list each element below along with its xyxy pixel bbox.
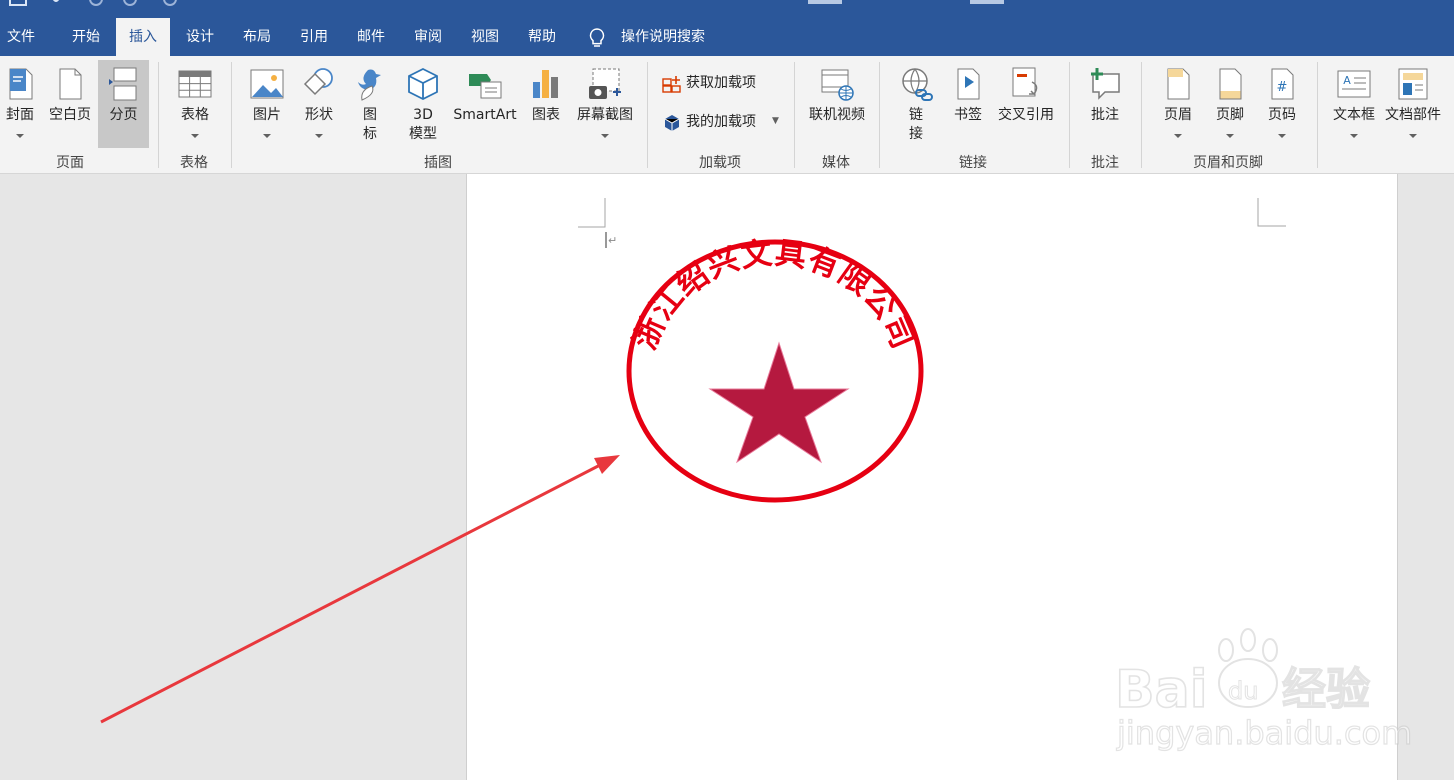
quick-access-icons (9, 0, 1004, 6)
smartart-button[interactable]: SmartArt (450, 60, 520, 152)
tab-layout[interactable]: 布局 (229, 18, 285, 56)
blank-page-icon (59, 68, 82, 100)
header-icon (1167, 68, 1190, 100)
icons-button[interactable]: 图 标 (348, 60, 392, 152)
pictures-label: 图片 (253, 107, 281, 123)
quick-parts-label: 文档部件 (1385, 107, 1441, 123)
online-video-button[interactable]: 联机视频 (804, 60, 870, 152)
addins-group-label: 加载项 (699, 155, 741, 171)
my-addins-icon (664, 115, 680, 131)
globe-link-icon (902, 68, 933, 101)
page-break-label: 分页 (109, 107, 138, 123)
header-label: 页眉 (1164, 107, 1192, 123)
pages-group-label: 页面 (56, 155, 84, 171)
table-button[interactable]: 表格 (168, 60, 222, 152)
text-box-label: 文本框 (1333, 107, 1375, 123)
online-video-label: 联机视频 (809, 107, 865, 123)
screenshot-label: 屏幕截图 (577, 107, 633, 123)
icons-label-line1: 图 (363, 107, 377, 123)
tables-group-label: 表格 (180, 155, 208, 171)
shapes-icon (303, 68, 333, 96)
bookmark-icon (957, 68, 980, 100)
my-addins-dropdown-icon[interactable]: ▼ (772, 108, 779, 134)
lightbulb-icon (589, 28, 605, 47)
screenshot-icon (589, 68, 621, 99)
chart-button[interactable]: 图表 (524, 60, 568, 152)
blank-page-label: 空白页 (49, 107, 91, 123)
footer-label: 页脚 (1216, 107, 1244, 123)
tab-home[interactable]: 开始 (58, 18, 114, 56)
cube-icon (408, 67, 438, 101)
shapes-label: 形状 (305, 107, 333, 123)
tab-review[interactable]: 审阅 (400, 18, 456, 56)
quick-parts-icon (1398, 68, 1428, 100)
tell-me-label: 操作说明搜索 (621, 29, 705, 45)
bookmark-label: 书签 (954, 107, 982, 123)
comment-button[interactable]: 批注 (1082, 60, 1128, 152)
ribbon-tabs: 文件 开始 插入 设计 布局 引用 邮件 审阅 视图 帮助 操作说明搜索 (0, 18, 1454, 56)
pictures-button[interactable]: 图片 (242, 60, 292, 152)
text-box-icon: A (1337, 70, 1371, 98)
page-number-icon: # (1271, 68, 1294, 100)
my-addins-label: 我的加载项 (686, 114, 756, 130)
picture-icon (250, 69, 284, 99)
3d-models-label-line2: 模型 (409, 126, 437, 142)
cover-page-icon (9, 68, 33, 100)
tab-help[interactable]: 帮助 (514, 18, 570, 56)
cross-reference-icon (1012, 67, 1038, 97)
icons-icon (358, 69, 381, 101)
chart-label: 图表 (532, 107, 560, 123)
3d-models-button[interactable]: 3D 模型 (400, 60, 446, 152)
smartart-label: SmartArt (453, 107, 517, 123)
cross-reference-button[interactable]: 交叉引用 (994, 60, 1058, 152)
shapes-button[interactable]: 形状 (294, 60, 344, 152)
tab-mailings[interactable]: 邮件 (343, 18, 399, 56)
link-button[interactable]: 链 接 (894, 60, 938, 152)
document-page[interactable] (466, 174, 1398, 780)
ribbon-insert: 封面 空白页 分页 页面 表格 表格 图片 形状 图 标 3D 模型 Smart… (0, 56, 1454, 174)
document-area (0, 174, 1454, 780)
get-addins-label: 获取加载项 (686, 75, 756, 91)
smartart-icon (469, 74, 502, 99)
store-icon (662, 76, 681, 93)
title-bar (0, 0, 1454, 18)
footer-icon (1219, 68, 1242, 100)
tab-design[interactable]: 设计 (172, 18, 228, 56)
table-label: 表格 (181, 107, 209, 123)
tab-file[interactable]: 文件 (0, 18, 42, 56)
table-icon (178, 70, 212, 98)
bookmark-button[interactable]: 书签 (946, 60, 990, 152)
screenshot-button[interactable]: 屏幕截图 (572, 60, 638, 152)
links-group-label: 链接 (959, 155, 987, 171)
icons-label-line2: 标 (363, 126, 377, 142)
link-label-line1: 链 (909, 107, 923, 123)
header-button[interactable]: 页眉 (1154, 60, 1202, 152)
text-box-button[interactable]: A 文本框 (1326, 60, 1382, 152)
footer-button[interactable]: 页脚 (1206, 60, 1254, 152)
blank-page-button[interactable]: 空白页 (44, 60, 96, 152)
svg-text:A: A (1343, 74, 1351, 87)
svg-text:#: # (1277, 80, 1288, 95)
header-footer-group-label: 页眉和页脚 (1193, 155, 1263, 171)
tab-insert[interactable]: 插入 (116, 18, 170, 56)
page-break-icon (108, 67, 136, 101)
tab-view[interactable]: 视图 (457, 18, 513, 56)
page-number-button[interactable]: # 页码 (1258, 60, 1306, 152)
link-label-line2: 接 (909, 126, 923, 142)
media-group-label: 媒体 (822, 155, 850, 171)
cover-page-label: 封面 (6, 107, 34, 123)
online-video-icon (821, 69, 854, 101)
comments-group-label: 批注 (1091, 155, 1119, 171)
bar-chart-icon (533, 70, 558, 98)
page-break-button[interactable]: 分页 (98, 60, 149, 148)
comment-label: 批注 (1091, 107, 1119, 123)
illustrations-group-label: 插图 (424, 155, 452, 171)
cover-page-button[interactable]: 封面 (0, 60, 40, 152)
comment-icon (1091, 68, 1120, 100)
quick-parts-button[interactable]: 文档部件 (1382, 60, 1444, 152)
page-number-label: 页码 (1268, 107, 1296, 123)
cross-reference-label: 交叉引用 (998, 107, 1054, 123)
tab-references[interactable]: 引用 (286, 18, 342, 56)
3d-models-label-line1: 3D (413, 107, 433, 123)
